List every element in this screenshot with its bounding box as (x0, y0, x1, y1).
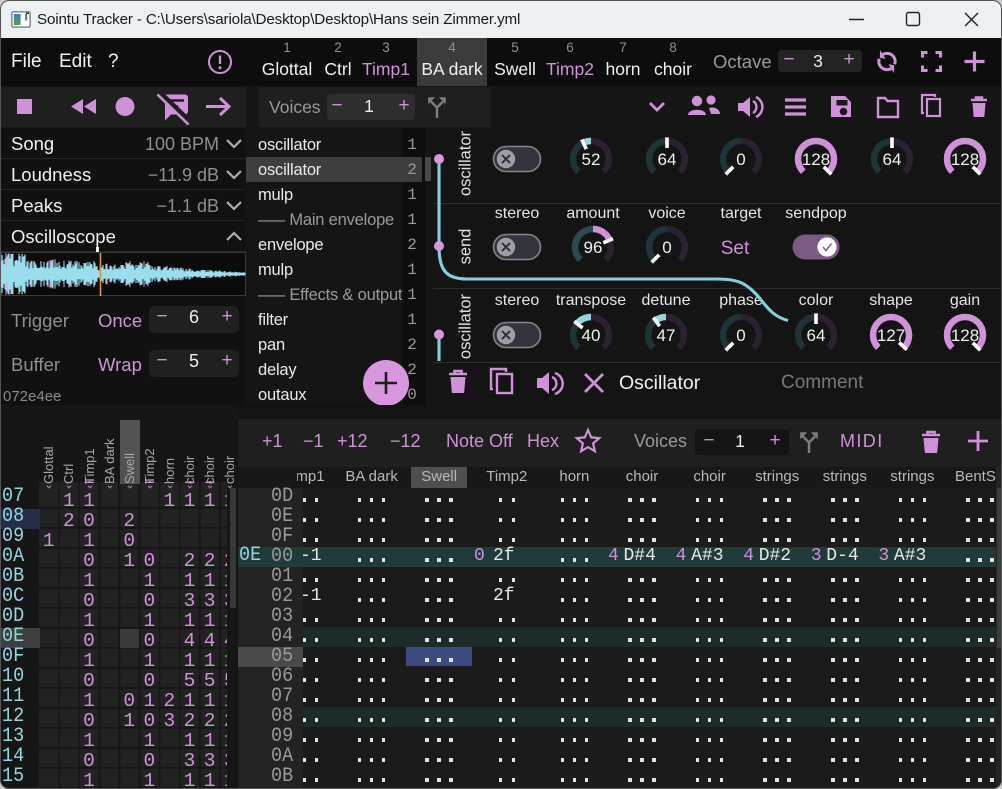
svg-text:127: 127 (877, 326, 905, 345)
svg-text:128: 128 (951, 326, 979, 345)
svg-text:128: 128 (951, 150, 979, 169)
svg-text:64: 64 (883, 150, 902, 169)
